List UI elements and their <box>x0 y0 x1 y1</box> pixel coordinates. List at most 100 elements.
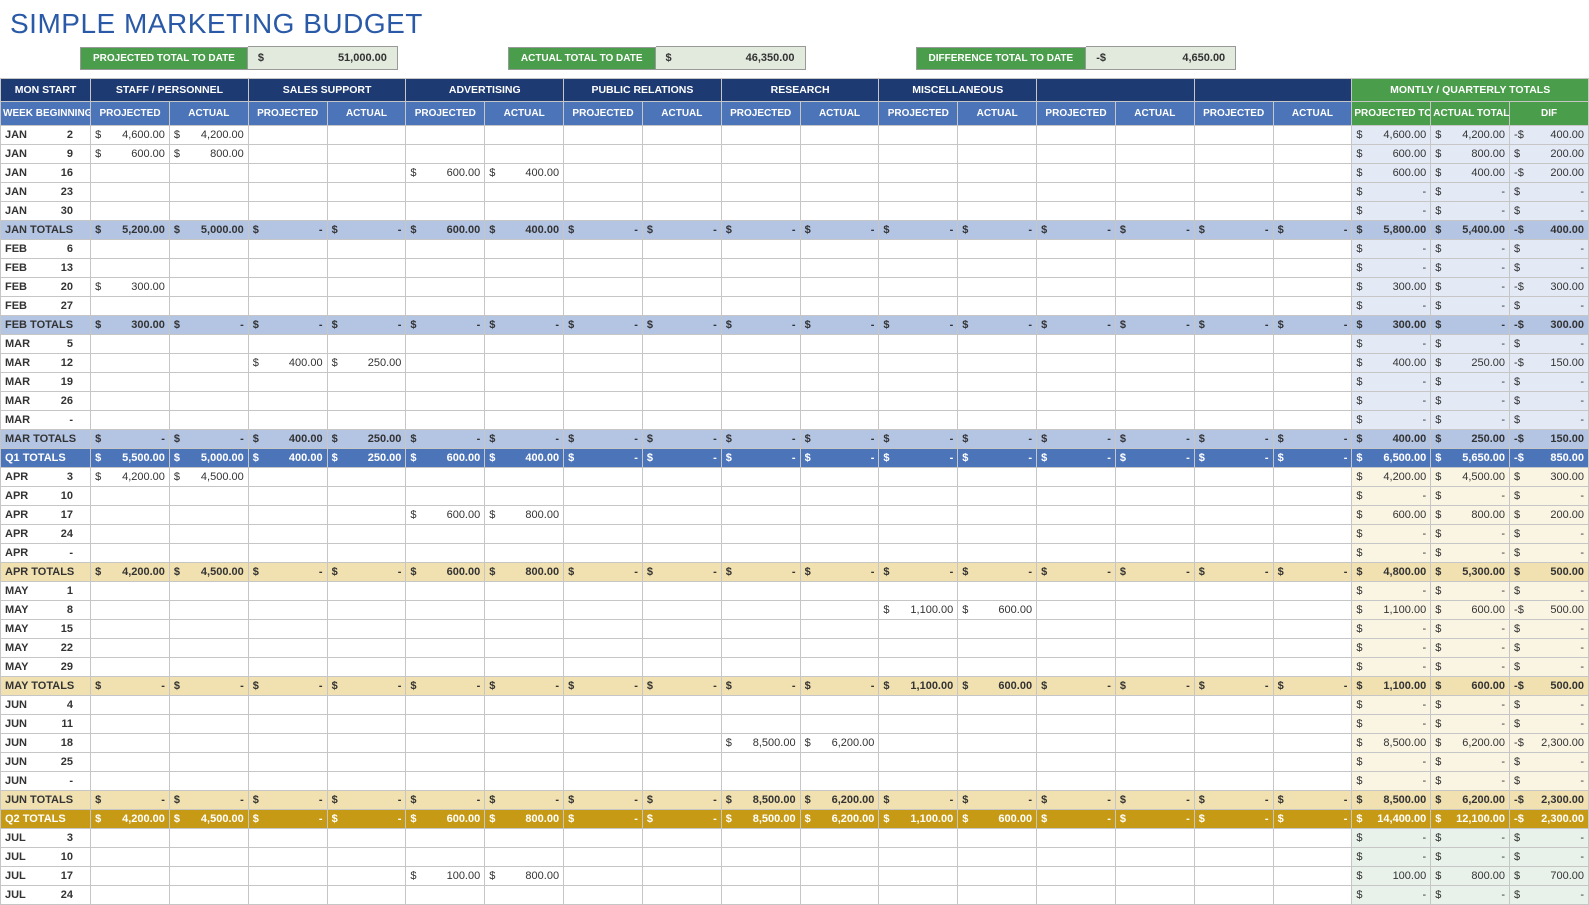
data-cell[interactable]: $800.00 <box>485 563 564 582</box>
data-cell[interactable] <box>1273 297 1352 316</box>
data-cell[interactable] <box>642 620 721 639</box>
data-cell[interactable] <box>406 715 485 734</box>
data-cell[interactable] <box>406 734 485 753</box>
data-cell[interactable] <box>248 126 327 145</box>
data-cell[interactable] <box>721 145 800 164</box>
data-cell[interactable] <box>1115 582 1194 601</box>
data-cell[interactable] <box>958 487 1037 506</box>
data-cell[interactable]: $- <box>1273 316 1352 335</box>
data-cell[interactable] <box>721 297 800 316</box>
data-cell[interactable] <box>91 373 170 392</box>
data-cell[interactable] <box>406 126 485 145</box>
data-cell[interactable] <box>879 772 958 791</box>
data-cell[interactable] <box>91 753 170 772</box>
data-cell[interactable]: $600.00 <box>406 563 485 582</box>
data-cell[interactable]: $6,200.00 <box>800 734 879 753</box>
data-cell[interactable] <box>406 582 485 601</box>
data-cell[interactable] <box>248 278 327 297</box>
data-cell[interactable] <box>564 487 643 506</box>
data-cell[interactable] <box>1115 183 1194 202</box>
data-cell[interactable] <box>721 506 800 525</box>
data-cell[interactable] <box>800 202 879 221</box>
data-cell[interactable] <box>485 582 564 601</box>
data-cell[interactable] <box>1037 335 1116 354</box>
data-cell[interactable] <box>169 259 248 278</box>
data-cell[interactable] <box>169 886 248 905</box>
data-cell[interactable]: $- <box>1194 316 1273 335</box>
data-cell[interactable] <box>879 335 958 354</box>
data-cell[interactable] <box>642 867 721 886</box>
data-cell[interactable] <box>642 411 721 430</box>
data-cell[interactable]: $400.00 <box>485 449 564 468</box>
data-cell[interactable] <box>564 525 643 544</box>
data-cell[interactable] <box>642 772 721 791</box>
data-cell[interactable] <box>721 487 800 506</box>
data-cell[interactable] <box>958 582 1037 601</box>
data-cell[interactable] <box>1273 582 1352 601</box>
data-cell[interactable] <box>642 734 721 753</box>
data-cell[interactable] <box>406 620 485 639</box>
data-cell[interactable] <box>1194 886 1273 905</box>
data-cell[interactable] <box>327 772 406 791</box>
data-cell[interactable] <box>1273 772 1352 791</box>
data-cell[interactable] <box>958 392 1037 411</box>
data-cell[interactable] <box>406 297 485 316</box>
data-cell[interactable]: $4,500.00 <box>169 810 248 829</box>
data-cell[interactable] <box>879 392 958 411</box>
data-cell[interactable] <box>485 772 564 791</box>
data-cell[interactable] <box>879 145 958 164</box>
data-cell[interactable]: $- <box>1273 677 1352 696</box>
data-cell[interactable] <box>1115 259 1194 278</box>
data-cell[interactable] <box>327 297 406 316</box>
data-cell[interactable] <box>406 411 485 430</box>
data-cell[interactable] <box>327 487 406 506</box>
data-cell[interactable]: $- <box>1273 430 1352 449</box>
data-cell[interactable] <box>958 658 1037 677</box>
data-cell[interactable] <box>485 126 564 145</box>
data-cell[interactable] <box>1037 582 1116 601</box>
data-cell[interactable] <box>564 240 643 259</box>
data-cell[interactable] <box>248 715 327 734</box>
data-cell[interactable] <box>1273 525 1352 544</box>
data-cell[interactable] <box>327 183 406 202</box>
data-cell[interactable] <box>1194 411 1273 430</box>
data-cell[interactable] <box>91 658 170 677</box>
data-cell[interactable] <box>406 829 485 848</box>
data-cell[interactable] <box>1194 734 1273 753</box>
data-cell[interactable]: $- <box>1037 810 1116 829</box>
data-cell[interactable] <box>327 734 406 753</box>
data-cell[interactable] <box>1273 145 1352 164</box>
data-cell[interactable] <box>879 620 958 639</box>
data-cell[interactable] <box>642 468 721 487</box>
data-cell[interactable] <box>879 183 958 202</box>
data-cell[interactable] <box>642 715 721 734</box>
data-cell[interactable] <box>879 525 958 544</box>
data-cell[interactable] <box>721 278 800 297</box>
data-cell[interactable]: $400.00 <box>248 354 327 373</box>
data-cell[interactable] <box>1115 126 1194 145</box>
data-cell[interactable] <box>800 601 879 620</box>
data-cell[interactable] <box>958 240 1037 259</box>
data-cell[interactable] <box>958 696 1037 715</box>
data-cell[interactable]: $- <box>327 563 406 582</box>
data-cell[interactable] <box>958 829 1037 848</box>
data-cell[interactable] <box>1194 373 1273 392</box>
data-cell[interactable] <box>879 867 958 886</box>
data-cell[interactable]: $- <box>800 677 879 696</box>
data-cell[interactable] <box>1037 544 1116 563</box>
data-cell[interactable]: $- <box>1115 430 1194 449</box>
data-cell[interactable]: $- <box>91 791 170 810</box>
data-cell[interactable] <box>1115 354 1194 373</box>
data-cell[interactable] <box>642 639 721 658</box>
data-cell[interactable] <box>248 506 327 525</box>
data-cell[interactable] <box>879 544 958 563</box>
data-cell[interactable]: $- <box>1115 221 1194 240</box>
data-cell[interactable] <box>406 544 485 563</box>
data-cell[interactable] <box>169 411 248 430</box>
data-cell[interactable]: $- <box>1115 316 1194 335</box>
data-cell[interactable] <box>327 525 406 544</box>
data-cell[interactable] <box>169 658 248 677</box>
data-cell[interactable] <box>169 202 248 221</box>
data-cell[interactable] <box>1273 620 1352 639</box>
data-cell[interactable] <box>721 259 800 278</box>
